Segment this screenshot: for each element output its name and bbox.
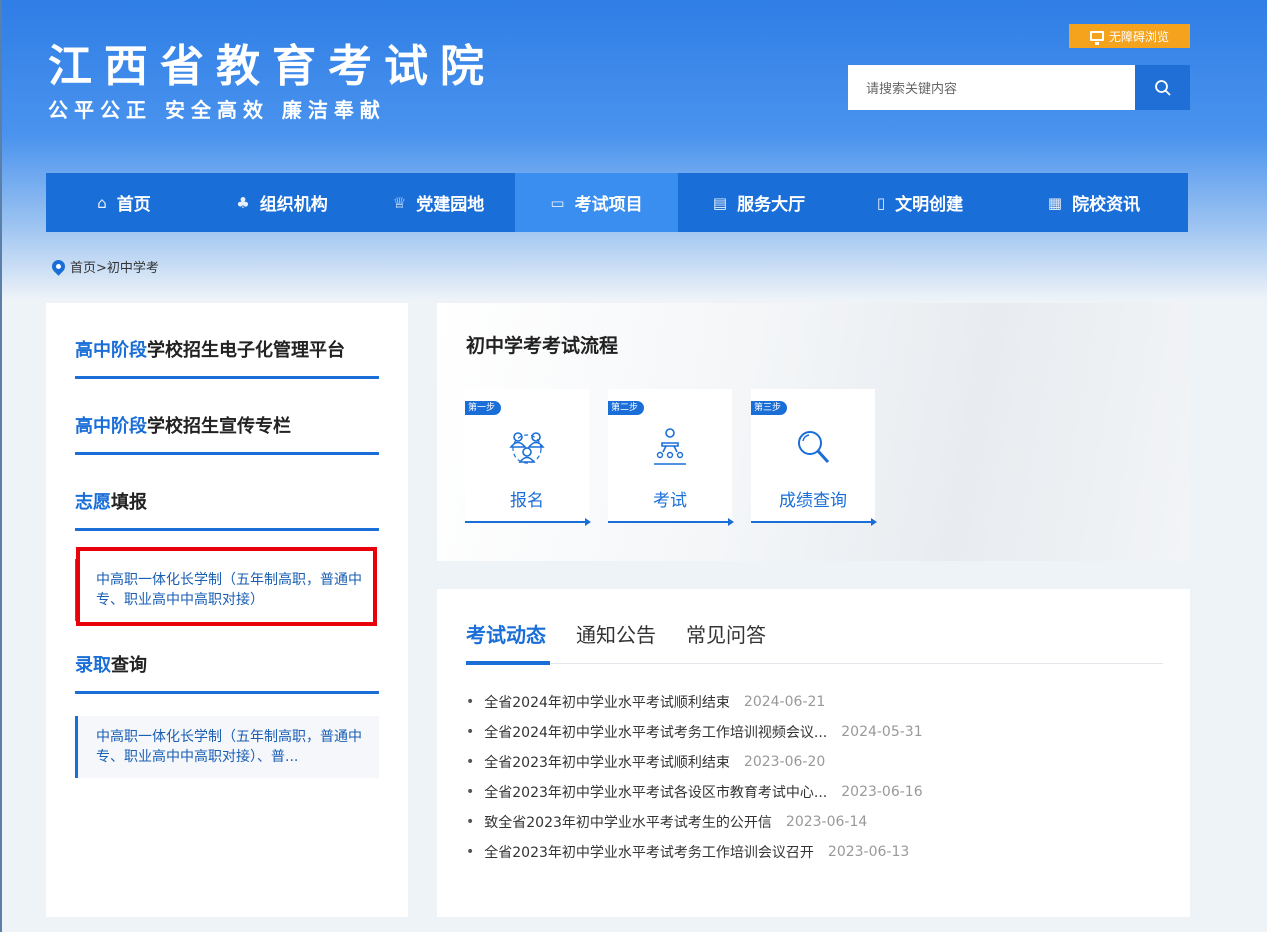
bullet-icon: • (466, 814, 475, 830)
news-date: 2024-05-31 (841, 724, 923, 740)
step-badge: 第三步 (751, 401, 788, 415)
main-nav: ⌂ 首页 ♣ 组织机构 ♕ 党建园地 ▭ 考试项目 ▤ 服务大厅 ▯ 文明创建 … (46, 173, 1188, 232)
step-badge: 第二步 (608, 401, 645, 415)
step-register[interactable]: 第一步 报名 (465, 389, 591, 526)
news-title[interactable]: 全省2024年初中学业水平考试顺利结束 (484, 692, 730, 712)
breadcrumb-text[interactable]: 首页>初中学考 (70, 257, 159, 276)
nav-service-hall-label: 服务大厅 (737, 195, 806, 215)
news-panel: 考试动态 通知公告 常见问答 • 全省2024年初中学业水平考试顺利结束 2024-… (437, 589, 1190, 917)
site-slogan: 公平公正 安全高效 廉洁奉献 (48, 98, 386, 122)
nav-party-label: 党建园地 (416, 195, 485, 215)
search-placeholder: 请搜索关键内容 (866, 82, 958, 97)
party-icon: ♕ (392, 193, 407, 212)
document-icon: ▯ (876, 193, 886, 212)
news-title[interactable]: 全省2023年初中学业水平考试顺利结束 (484, 752, 730, 772)
list-item[interactable]: • 致全省2023年初中学业水平考试考生的公开信 2023-06-14 (466, 807, 923, 837)
list-item[interactable]: • 全省2023年初中学业水平考试各设区市教育考试中心... 2023-06-16 (466, 777, 923, 807)
search-icon (1154, 79, 1171, 96)
nav-civilization-label: 文明创建 (895, 195, 964, 215)
nav-school-news-label: 院校资讯 (1072, 195, 1141, 215)
process-title: 初中学考考试流程 (466, 335, 619, 357)
nav-exam-projects[interactable]: ▭ 考试项目 (515, 173, 678, 232)
sidebar-item-volunteer[interactable]: 志愿填报 (75, 488, 379, 514)
tab-notices[interactable]: 通知公告 (576, 619, 656, 648)
step-score-query[interactable]: 第三步 成绩查询 (751, 389, 877, 526)
accessibility-button[interactable]: 无障碍浏览 (1069, 24, 1190, 48)
divider (75, 691, 379, 694)
sidebar-item-promotion[interactable]: 高中阶段学校招生宣传专栏 (75, 412, 379, 438)
divider (75, 452, 379, 455)
divider (75, 376, 379, 379)
nav-home-label: 首页 (116, 195, 151, 215)
org-chart-icon: ♣ (236, 193, 250, 212)
step-label: 考试 (653, 491, 687, 511)
news-list: • 全省2024年初中学业水平考试顺利结束 2024-06-21 • 全省2024年初… (466, 687, 923, 867)
news-icon: ▦ (1047, 193, 1063, 212)
step-badge: 第一步 (465, 401, 502, 415)
divider (466, 663, 1163, 664)
news-date: 2023-06-14 (785, 814, 868, 830)
news-tabs: 考试动态 通知公告 常见问答 (466, 619, 766, 648)
nav-organization[interactable]: ♣ 组织机构 (202, 173, 362, 232)
nav-exam-projects-label: 考试项目 (574, 195, 643, 215)
news-title[interactable]: 致全省2023年初中学业水平考试考生的公开信 (484, 812, 772, 832)
divider (75, 528, 379, 531)
people-icon (509, 432, 545, 464)
bullet-icon: • (466, 724, 475, 740)
arrow-icon (728, 518, 734, 526)
breadcrumb: 首页>初中学考 (49, 257, 159, 276)
tab-faq[interactable]: 常见问答 (686, 619, 766, 648)
news-date: 2023-06-16 (841, 784, 923, 800)
sidebar-item-enrollment-platform[interactable]: 高中阶段学校招生电子化管理平台 (75, 336, 379, 362)
news-title[interactable]: 全省2023年初中学业水平考试各设区市教育考试中心... (484, 782, 827, 802)
chat-icon: ▤ (712, 193, 728, 212)
news-date: 2024-06-21 (743, 694, 826, 710)
arrow-icon (585, 518, 591, 526)
monitor-icon (1089, 31, 1104, 45)
search-button[interactable] (1135, 65, 1190, 110)
home-icon: ⌂ (97, 193, 107, 212)
exam-icon (654, 428, 686, 465)
admission-link[interactable]: 中高职一体化长学制（五年制高职，普通中专、职业高中中高职对接）、普... (75, 716, 379, 778)
news-date: 2023-06-13 (827, 844, 910, 860)
nav-service-hall[interactable]: ▤ 服务大厅 (678, 173, 840, 232)
step-label: 成绩查询 (779, 491, 847, 511)
step-exam[interactable]: 第二步 考试 (608, 389, 734, 526)
nav-home[interactable]: ⌂ 首页 (46, 173, 202, 232)
arrow-icon (871, 518, 877, 526)
highlight-box (76, 547, 377, 626)
sidebar-item-admission[interactable]: 录取查询 (75, 651, 379, 677)
search-input[interactable]: 请搜索关键内容 (848, 65, 1135, 110)
book-icon: ▭ (550, 193, 565, 212)
list-item[interactable]: • 全省2024年初中学业水平考试顺利结束 2024-06-21 (466, 687, 923, 717)
nav-party[interactable]: ♕ 党建园地 (362, 173, 515, 232)
location-pin-icon (49, 257, 68, 276)
nav-school-news[interactable]: ▦ 院校资讯 (1000, 173, 1188, 232)
bullet-icon: • (466, 694, 475, 710)
bullet-icon: • (466, 844, 475, 860)
site-title[interactable]: 江西省教育考试院 (48, 30, 496, 94)
magnifier-icon (798, 431, 830, 464)
window-edge (0, 0, 2, 932)
list-item[interactable]: • 全省2023年初中学业水平考试考务工作培训会议召开 2023-06-13 (466, 837, 923, 867)
bullet-icon: • (466, 754, 475, 770)
news-title[interactable]: 全省2023年初中学业水平考试考务工作培训会议召开 (484, 842, 814, 862)
list-item[interactable]: • 全省2023年初中学业水平考试顺利结束 2023-06-20 (466, 747, 923, 777)
active-tab-indicator (466, 661, 550, 665)
news-date: 2023-06-20 (743, 754, 826, 770)
tab-exam-news[interactable]: 考试动态 (466, 619, 546, 648)
step-label: 报名 (510, 491, 544, 511)
nav-civilization[interactable]: ▯ 文明创建 (840, 173, 1000, 232)
bullet-icon: • (466, 784, 475, 800)
list-item[interactable]: • 全省2024年初中学业水平考试考务工作培训视频会议... 2024-05-31 (466, 717, 923, 747)
nav-organization-label: 组织机构 (259, 195, 328, 215)
process-panel: 初中学考考试流程 第一步 报名 第二步 考试 第三步 成绩查询 (437, 303, 1190, 561)
news-title[interactable]: 全省2024年初中学业水平考试考务工作培训视频会议... (484, 722, 827, 742)
accessibility-label: 无障碍浏览 (1108, 29, 1169, 44)
